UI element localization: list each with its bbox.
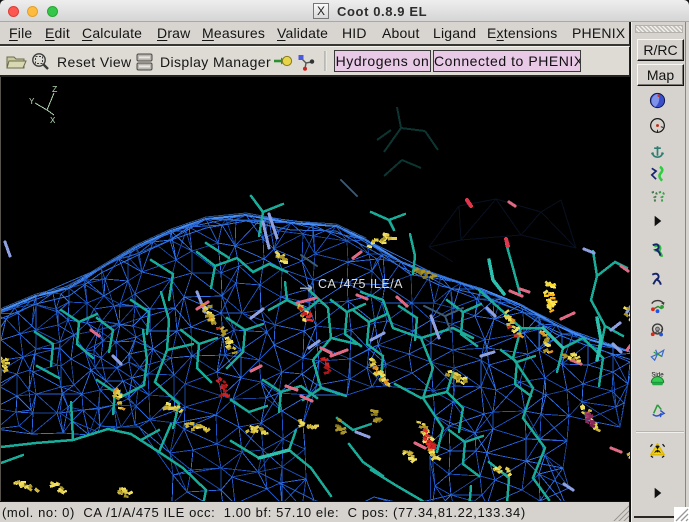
svg-text:X: X xyxy=(50,116,56,126)
svg-text:CA /475 ILE/A: CA /475 ILE/A xyxy=(318,277,403,291)
svg-text:Y: Y xyxy=(29,97,35,107)
svg-text:Z: Z xyxy=(52,85,58,95)
